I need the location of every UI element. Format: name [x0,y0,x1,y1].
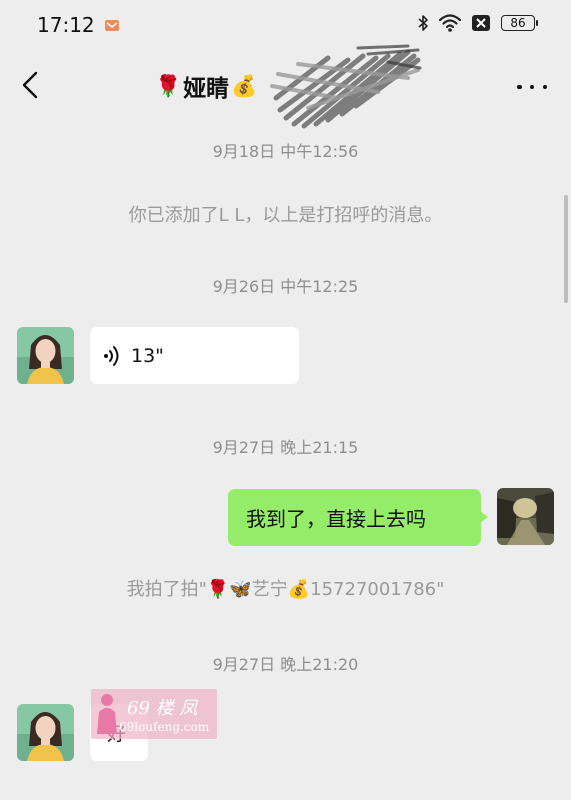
more-options-button[interactable] [517,80,547,94]
battery-icon: 86 [501,15,538,31]
more-dot [529,84,535,90]
more-dot [542,84,547,90]
wifi-icon [439,14,461,32]
my-avatar[interactable] [497,488,554,545]
chat-title: 🌹 娅睛 💰 [155,70,257,102]
more-dot [517,84,522,90]
message-timestamp: 9月27日 晚上21:20 [212,655,359,674]
status-time: 17:12 [37,13,95,37]
system-message: 你已添加了L L，以上是打招呼的消息。 [128,205,443,226]
money-bag-emoji: 💰 [231,73,258,98]
rose-emoji: 🌹 [155,73,182,98]
bluetooth-icon [418,15,428,31]
back-button[interactable] [14,67,50,103]
status-right-icons: 86 [417,14,538,32]
message-timestamp: 9月26日 中午12:25 [212,277,359,296]
redaction-scribble [270,44,422,129]
scrollbar[interactable] [564,195,568,303]
battery-level: 86 [510,16,526,30]
voice-wave-icon [104,345,119,366]
pat-system-message: 我拍了拍"🌹🦋艺宁💰15727001786" [126,579,445,600]
site-watermark: 69 楼 凤 69loufeng.com [91,689,217,739]
message-timestamp: 9月18日 中午12:56 [212,142,359,161]
watermark-url: 69loufeng.com [119,720,210,734]
message-timestamp: 9月27日 晚上21:15 [212,438,359,457]
no-sim-icon [472,15,490,31]
message-text: 我到了，直接上去吗 [246,507,426,531]
voice-duration: 13" [131,344,164,367]
contact-avatar[interactable] [17,327,74,384]
watermark-title: 69 楼 凤 [127,698,198,719]
voice-message-bubble[interactable]: 13" [90,327,299,384]
outgoing-message-bubble[interactable]: 我到了，直接上去吗 [228,489,488,546]
contact-name: 娅睛 [183,76,230,102]
watermark-figure-icon [97,694,117,734]
contact-avatar[interactable] [17,704,74,761]
app-notification-icon [105,20,119,31]
